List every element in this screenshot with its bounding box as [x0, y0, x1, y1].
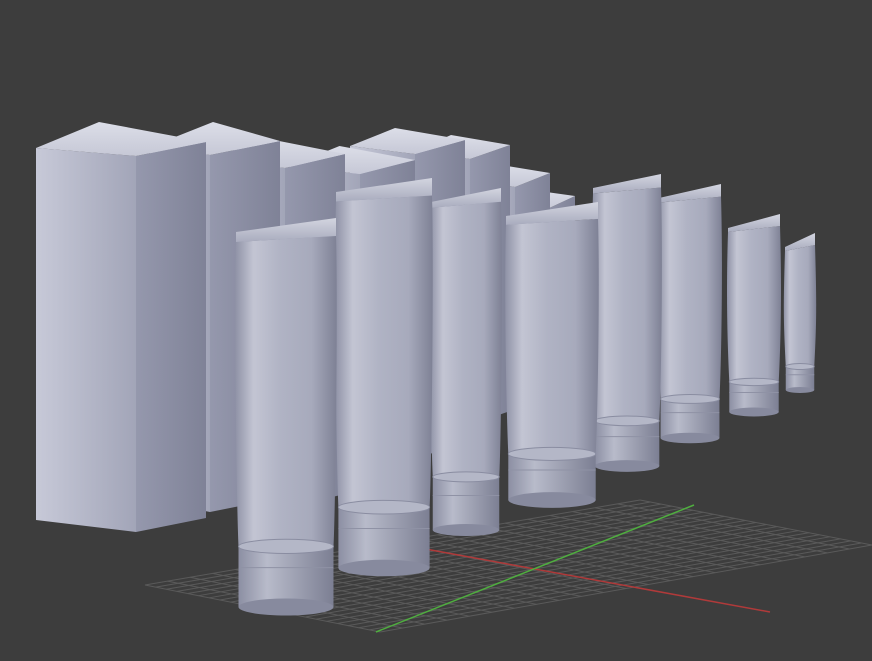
box-object[interactable]	[36, 122, 206, 532]
tube-group	[235, 174, 817, 616]
tube-object[interactable]	[783, 233, 817, 393]
tube-object[interactable]	[335, 178, 433, 577]
tube-object[interactable]	[658, 184, 722, 444]
tube-object[interactable]	[727, 214, 781, 417]
viewport-canvas[interactable]	[0, 0, 872, 661]
tube-object[interactable]	[505, 202, 599, 508]
tube-object[interactable]	[235, 218, 337, 616]
tube-object[interactable]	[430, 188, 502, 536]
tube-object[interactable]	[592, 174, 662, 472]
3d-viewport[interactable]	[0, 0, 872, 661]
